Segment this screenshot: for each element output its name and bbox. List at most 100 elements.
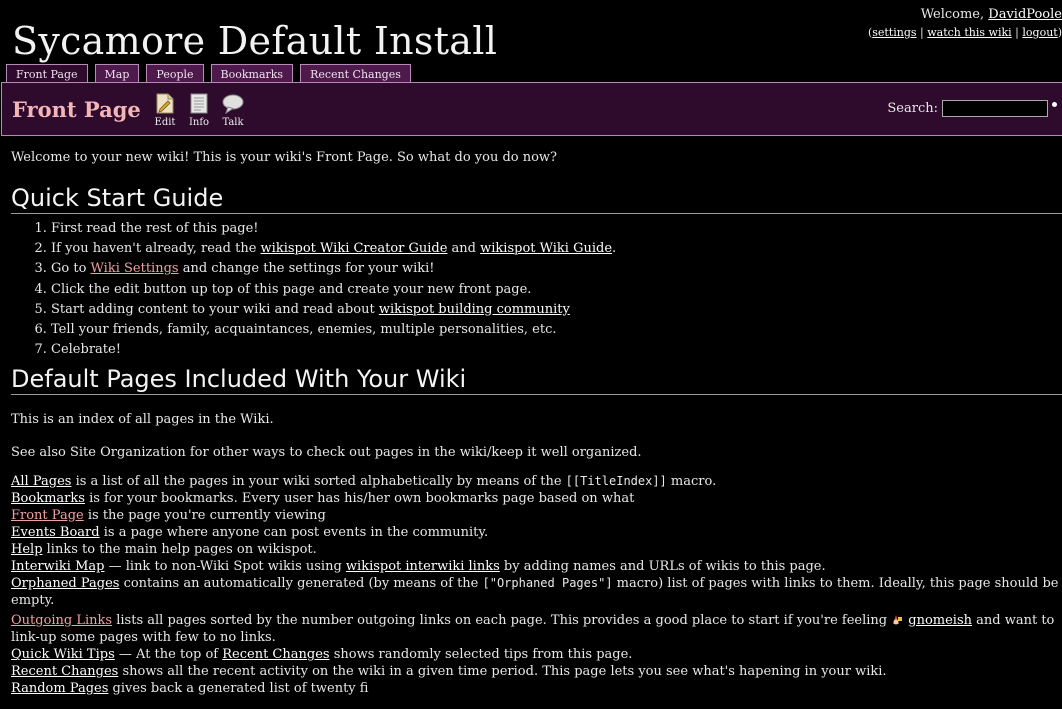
- intro-text: Welcome to your new wiki! This is your w…: [11, 150, 558, 165]
- see-also-text: See also Site Organization for other way…: [11, 445, 642, 461]
- list-item: All Pages is a list of all the pages in …: [11, 473, 1062, 490]
- default-pages-list: All Pages is a list of all the pages in …: [11, 473, 1062, 697]
- list-item-text: Celebrate!: [51, 342, 121, 358]
- info-icon: [187, 92, 211, 114]
- list-item: Help links to the main help pages on wik…: [11, 541, 1062, 558]
- talk-icon: [221, 92, 245, 114]
- default-pages-heading: Default Pages Included With Your Wiki: [11, 365, 1062, 396]
- tab-bookmarks[interactable]: Bookmarks: [210, 64, 294, 82]
- list-item: If you haven't already, read the wikispo…: [51, 239, 1062, 259]
- list-item: Quick Wiki Tips — At the top of Recent C…: [11, 646, 1062, 663]
- list-item: Celebrate!: [51, 340, 1062, 360]
- outgoing-links-link[interactable]: Outgoing Links: [11, 613, 112, 628]
- page-content: Welcome to your new wiki! This is your w…: [11, 150, 1062, 697]
- logout-link[interactable]: logout: [1022, 26, 1057, 39]
- list-item-text: First read the rest of this page!: [51, 221, 259, 236]
- interwiki-map-link[interactable]: Interwiki Map: [11, 559, 104, 574]
- list-item: Orphaned Pages contains an automatically…: [11, 575, 1062, 609]
- recent-changes-link[interactable]: Recent Changes: [222, 647, 329, 662]
- gnome-icon: [891, 613, 903, 625]
- row-text: lists all pages sorted by the number out…: [112, 613, 892, 629]
- welcome-text: Welcome,: [920, 7, 985, 22]
- info-button[interactable]: Info: [187, 92, 211, 128]
- search-box: Search:: [887, 100, 1057, 117]
- list-item: Tell your friends, family, acquaintances…: [51, 320, 1062, 340]
- separator: |: [1015, 26, 1019, 39]
- tab-people[interactable]: People: [146, 64, 204, 82]
- search-label: Search:: [887, 101, 938, 116]
- welcome-line: Welcome, DavidPoole: [868, 7, 1062, 22]
- front-page-link[interactable]: Front Page: [11, 508, 84, 523]
- list-item: Go to Wiki Settings and change the setti…: [51, 259, 1062, 279]
- list-item-text: If you haven't already, read the: [51, 241, 261, 257]
- row-text: — At the top of: [114, 647, 223, 663]
- list-item: Outgoing Links lists all pages sorted by…: [11, 612, 1062, 646]
- info-label: Info: [188, 117, 210, 128]
- list-item: Click the edit button up top of this pag…: [51, 280, 1062, 300]
- row-text: contains an automatically generated (by …: [119, 576, 483, 592]
- random-pages-link[interactable]: Random Pages: [11, 681, 108, 696]
- recent-changes-page-link[interactable]: Recent Changes: [11, 664, 118, 679]
- all-pages-link[interactable]: All Pages: [11, 474, 71, 489]
- close-paren: ): [1057, 26, 1062, 39]
- row-text: by adding names and URLs of wikis to thi…: [499, 559, 826, 575]
- row-text: shows randomly selected tips from this p…: [329, 647, 633, 663]
- row-text: is the page you're currently viewing: [83, 508, 326, 524]
- tab-recent-changes[interactable]: Recent Changes: [300, 64, 411, 82]
- help-link[interactable]: Help: [11, 542, 43, 557]
- interwiki-links-link[interactable]: wikispot interwiki links: [346, 559, 500, 574]
- edit-label: Edit: [154, 117, 176, 128]
- list-item: Recent Changes shows all the recent acti…: [11, 663, 1062, 680]
- events-board-link[interactable]: Events Board: [11, 525, 100, 540]
- list-item: Random Pages gives back a generated list…: [11, 680, 1062, 697]
- list-item-text: and change the settings for your wiki!: [178, 261, 435, 277]
- page-title: Front Page: [12, 97, 141, 122]
- edit-button[interactable]: Edit: [153, 92, 177, 128]
- quick-start-heading: Quick Start Guide: [11, 184, 1062, 214]
- user-box: Welcome, DavidPoole (settings | watch th…: [868, 7, 1062, 39]
- creator-guide-link[interactable]: wikispot Wiki Creator Guide: [261, 241, 448, 256]
- settings-link[interactable]: settings: [872, 26, 916, 39]
- search-submit-icon[interactable]: [1052, 102, 1057, 107]
- wiki-guide-link[interactable]: wikispot Wiki Guide: [480, 241, 612, 256]
- list-item-text: Go to: [51, 261, 91, 277]
- list-item-text: Tell your friends, family, acquaintances…: [51, 321, 557, 337]
- tab-map[interactable]: Map: [94, 64, 140, 82]
- tab-front-page[interactable]: Front Page: [6, 64, 88, 83]
- quick-wiki-tips-link[interactable]: Quick Wiki Tips: [11, 647, 115, 662]
- site-title: Sycamore Default Install: [12, 19, 498, 63]
- title-bar: Front Page Edit Info Talk Search:: [1, 82, 1062, 136]
- list-item: Start adding content to your wiki and re…: [51, 300, 1062, 320]
- tab-bar: Front Page Map People Bookmarks Recent C…: [6, 64, 411, 83]
- list-item-text: Click the edit button up top of this pag…: [51, 281, 532, 297]
- row-text: links to the main help pages on wikispot…: [42, 542, 317, 558]
- row-text: — link to non-Wiki Spot wikis using: [104, 559, 346, 575]
- row-text: is a page where anyone can post events i…: [99, 525, 489, 541]
- row-text: gives back a generated list of twenty fi: [108, 681, 369, 697]
- code-text: ["Orphaned Pages"]: [482, 576, 613, 591]
- list-item: Bookmarks is for your bookmarks. Every u…: [11, 490, 1062, 507]
- list-item: Front Page is the page you're currently …: [11, 507, 1062, 524]
- gnomeish-link[interactable]: gnomeish: [908, 613, 972, 628]
- building-community-link[interactable]: wikispot building community: [379, 302, 570, 317]
- bookmarks-link[interactable]: Bookmarks: [11, 491, 85, 506]
- edit-icon: [153, 92, 177, 114]
- row-text: macro.: [666, 474, 717, 490]
- user-links: (settings | watch this wiki | logout): [868, 26, 1062, 39]
- row-text: shows all the recent activity on the wik…: [118, 664, 887, 680]
- orphaned-pages-link[interactable]: Orphaned Pages: [11, 576, 119, 591]
- talk-label: Talk: [222, 117, 244, 128]
- username-link[interactable]: DavidPoole: [988, 7, 1062, 22]
- list-item-text: and: [447, 241, 481, 257]
- list-item-text: Start adding content to your wiki and re…: [51, 301, 379, 317]
- talk-button[interactable]: Talk: [221, 92, 245, 128]
- row-text: is for your bookmarks. Every user has hi…: [84, 491, 635, 507]
- separator: |: [920, 26, 924, 39]
- list-item-text: .: [612, 241, 617, 257]
- list-item: Events Board is a page where anyone can …: [11, 524, 1062, 541]
- search-input[interactable]: [942, 100, 1048, 117]
- watch-wiki-link[interactable]: watch this wiki: [927, 26, 1011, 39]
- list-item: Interwiki Map — link to non-Wiki Spot wi…: [11, 558, 1062, 575]
- wiki-settings-link[interactable]: Wiki Settings: [91, 261, 179, 276]
- page-actions: Edit Info Talk: [153, 92, 245, 128]
